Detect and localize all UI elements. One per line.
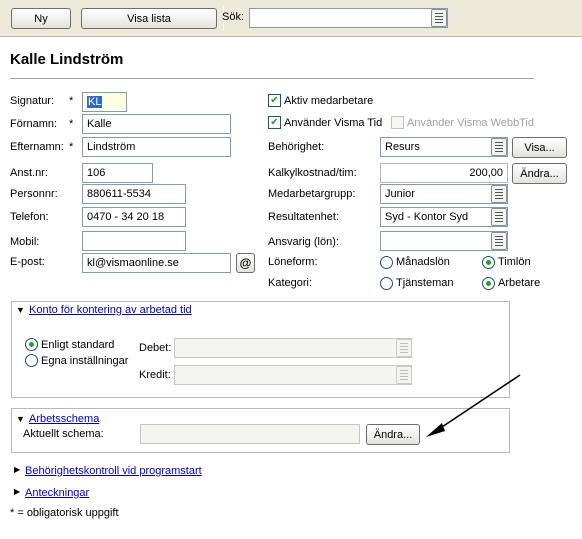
kredit-list-icon [396,366,412,384]
webbtid-label: Använder Visma WebbTid [407,117,534,129]
expand-triangle-icon[interactable]: ▶ [14,488,20,496]
loneform-timlon-radio[interactable] [482,256,495,269]
ansvarig-field[interactable] [380,231,508,251]
visma-tid-checkbox[interactable]: ✔ [268,116,281,129]
kalkylkostnad-field: 200,00 [380,163,508,183]
kategori-tjansteman-radio[interactable] [380,277,393,290]
anstnr-label: Anst.nr: [10,167,48,179]
toolbar: Ny Visa lista Sök: [0,0,582,37]
epost-label: E-post: [10,256,45,268]
ansvarig-label: Ansvarig (lön): [268,236,339,248]
anstnr-field[interactable]: 106 [82,163,153,183]
kategori-option-label: Arbetare [498,277,541,289]
kontering-section-title[interactable]: Konto för kontering av arbetad tid [29,304,192,316]
resultatenhet-list-icon[interactable] [491,208,507,226]
mobil-label: Mobil: [10,236,40,248]
required-footnote: * = obligatorisk uppgift [10,507,119,519]
fornamn-field[interactable]: Kalle [82,114,231,134]
page-title: Kalle Lindström [10,51,124,68]
kontering-custom-radio[interactable] [25,354,38,367]
anteckningar-link[interactable]: Anteckningar [25,487,89,499]
required-marker: * [69,118,74,130]
epost-field[interactable]: kl@vismaonline.se [82,253,231,273]
kategori-arbetare-radio[interactable] [482,277,495,290]
current-schedule-label: Aktuellt schema: [23,428,104,440]
aktiv-checkbox[interactable]: ✔ [268,94,281,107]
webbtid-checkbox[interactable] [391,116,404,129]
loneform-manadslon-radio[interactable] [380,256,393,269]
personnr-label: Personnr: [10,188,58,200]
search-label: Sök: [222,11,245,23]
annotation-arrow-icon [426,374,521,437]
title-divider [10,78,534,79]
mobil-field[interactable] [82,231,186,251]
kalkylkostnad-label: Kalkylkostnad/tim: [268,167,357,179]
collapse-triangle-icon[interactable]: ▼ [16,415,25,424]
behorighet-list-icon[interactable] [491,138,507,156]
current-schedule-field [140,424,360,444]
telefon-field[interactable]: 0470 - 34 20 18 [82,207,186,227]
resultatenhet-label: Resultatenhet: [268,211,339,223]
new-button[interactable]: Ny [11,8,71,29]
kredit-label: Kredit: [139,369,171,381]
behorighet-field[interactable]: Resurs [380,137,508,157]
schedule-change-button[interactable]: Ändra... [366,424,420,445]
kontering-standard-radio[interactable] [25,338,38,351]
personnr-field[interactable]: 880611-5534 [82,184,186,204]
arbetsschema-section-title[interactable]: Arbetsschema [29,413,99,425]
ansvarig-list-icon[interactable] [491,232,507,250]
signatur-field[interactable]: KL [82,92,127,112]
kredit-field [174,365,412,385]
expand-triangle-icon[interactable]: ▶ [14,466,20,474]
medarbetargrupp-list-icon[interactable] [491,185,507,203]
behorighet-label: Behörighet: [268,141,325,153]
search-input[interactable] [249,8,448,28]
loneform-label: Löneform: [268,256,318,268]
collapse-triangle-icon[interactable]: ▼ [16,306,25,315]
aktiv-label: Aktiv medarbetare [284,95,374,107]
loneform-option-label: Månadslön [396,256,450,268]
signatur-label: Signatur: [10,95,55,107]
efternamn-label: Efternamn: [10,141,64,153]
fornamn-label: Förnamn: [10,118,58,130]
debet-label: Debet: [139,342,172,354]
resultatenhet-field[interactable]: Syd - Kontor Syd [380,207,508,227]
email-at-button[interactable]: @ [236,253,255,273]
telefon-label: Telefon: [10,211,49,223]
signatur-value: KL [87,96,103,108]
debet-list-icon [396,339,412,357]
visma-tid-label: Använder Visma Tid [284,117,383,129]
debet-field [174,338,412,358]
medarbetargrupp-field[interactable]: Junior [380,184,508,204]
kalkylkostnad-change-button[interactable]: Ändra... [512,163,567,184]
show-list-button[interactable]: Visa lista [81,8,217,29]
kategori-label: Kategori: [268,277,313,289]
required-marker: * [69,95,74,107]
behorighet-show-button[interactable]: Visa... [512,137,567,158]
search-list-icon[interactable] [431,9,447,27]
efternamn-field[interactable]: Lindström [82,137,231,157]
medarbetargrupp-label: Medarbetargrupp: [268,188,356,200]
required-marker: * [69,141,74,153]
loneform-option-label: Timlön [498,256,531,268]
behorighetskontroll-link[interactable]: Behörighetskontroll vid programstart [25,465,202,477]
kategori-option-label: Tjänsteman [396,277,454,289]
kontering-option-label: Enligt standard [41,339,115,351]
kontering-option-label: Egna inställningar [41,355,129,367]
